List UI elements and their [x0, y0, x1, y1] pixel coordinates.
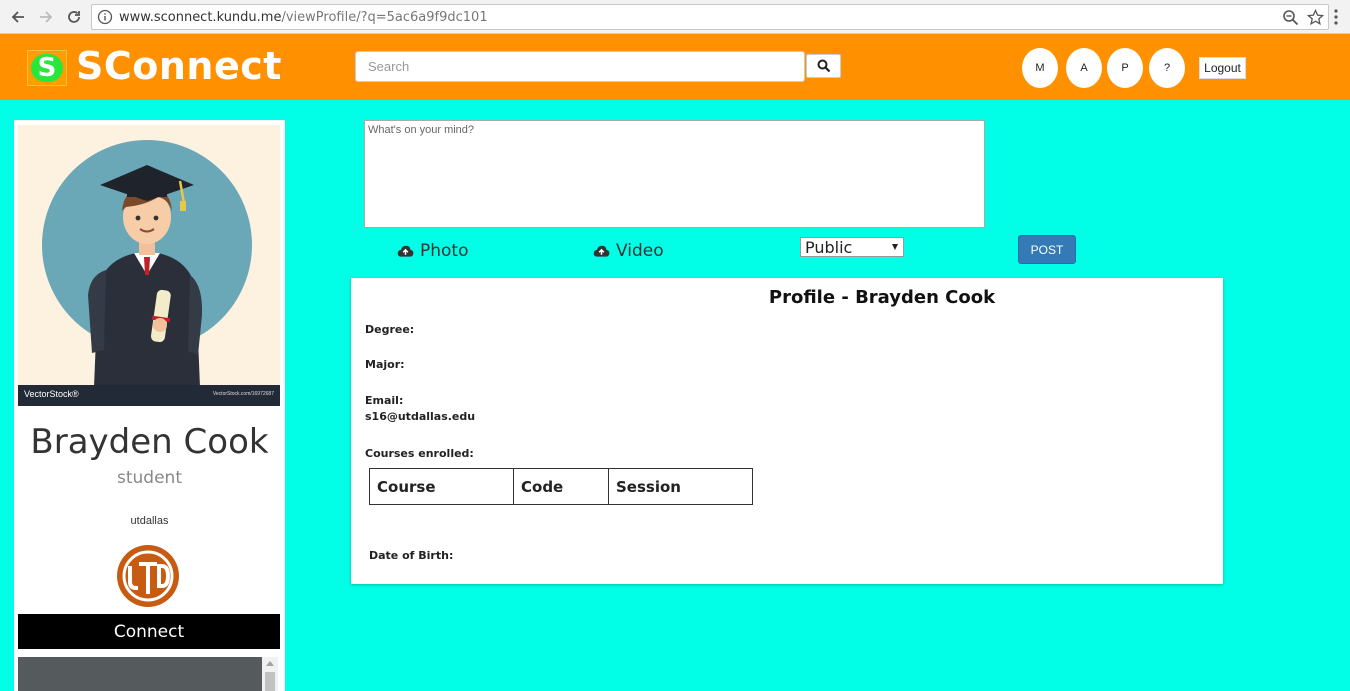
watermark-bar: VectorStock® VectorStock.com/16972687: [18, 385, 280, 406]
dropdown-arrow-icon: [892, 244, 898, 250]
address-bar[interactable]: www.sconnect.kundu.me/viewProfile/?q=5ac…: [91, 4, 1329, 30]
dob-label: Date of Birth:: [369, 549, 454, 562]
column-code: Code: [513, 468, 609, 505]
visibility-select[interactable]: Public: [800, 237, 904, 257]
profile-panel: Profile - Brayden Cook Degree: Major: Em…: [351, 278, 1223, 584]
table-header-row: Course Code Session: [369, 468, 753, 505]
browser-menu-icon[interactable]: [1334, 8, 1338, 26]
forward-button[interactable]: [35, 6, 57, 28]
column-session: Session: [608, 468, 753, 505]
nav-button-p[interactable]: P: [1107, 48, 1143, 88]
profile-school: utdallas: [130, 515, 169, 527]
logout-button[interactable]: Logout: [1199, 57, 1246, 79]
profile-name: Brayden Cook: [30, 422, 269, 462]
url-path: /viewProfile/?q=5ac6a9f9dc101: [281, 10, 488, 25]
avatar: VectorStock® VectorStock.com/16972687: [18, 125, 280, 406]
major-label: Major:: [365, 358, 405, 371]
sidebar-scrollbar[interactable]: [262, 657, 278, 691]
watermark-left: VectorStock®: [24, 389, 79, 399]
watermark-right: VectorStock.com/16972687: [212, 391, 274, 397]
video-label: Video: [616, 241, 664, 261]
help-button[interactable]: ?: [1149, 48, 1185, 88]
graduate-illustration: [42, 140, 252, 387]
search-icon: [817, 59, 830, 73]
embedded-frame: [18, 657, 262, 691]
search-input[interactable]: [355, 51, 805, 82]
utd-logo: [117, 545, 179, 607]
url-text: www.sconnect.kundu.me/viewProfile/?q=5ac…: [119, 10, 488, 25]
app-header: S SConnect M A P ? Logout: [0, 34, 1350, 100]
info-icon[interactable]: [97, 9, 113, 25]
brand-name[interactable]: SConnect: [76, 44, 282, 88]
profile-card: VectorStock® VectorStock.com/16972687 Br…: [14, 120, 285, 691]
zoom-icon[interactable]: [1282, 9, 1299, 26]
photo-label: Photo: [420, 241, 469, 261]
connect-button[interactable]: Connect: [18, 614, 280, 649]
back-button[interactable]: [7, 6, 29, 28]
post-button[interactable]: POST: [1018, 235, 1076, 264]
logo-letter: S: [31, 54, 63, 82]
bookmark-star-icon[interactable]: [1307, 9, 1324, 26]
scroll-up-arrow-icon[interactable]: [266, 661, 274, 666]
courses-label: Courses enrolled:: [365, 447, 474, 460]
courses-table: Course Code Session: [369, 468, 753, 505]
profile-role: student: [117, 468, 182, 488]
profile-title: Profile - Brayden Cook: [768, 287, 996, 308]
upload-photo-button[interactable]: Photo: [397, 241, 469, 261]
column-course: Course: [369, 468, 514, 505]
upload-video-button[interactable]: Video: [593, 241, 664, 261]
reload-button[interactable]: [63, 6, 85, 28]
nav-button-m[interactable]: M: [1022, 48, 1058, 88]
email-value: s16@utdallas.edu: [365, 410, 476, 423]
logo[interactable]: S: [27, 50, 67, 86]
forward-arrow-icon: [40, 11, 53, 23]
back-arrow-icon: [11, 11, 24, 23]
email-label: Email:: [365, 394, 404, 407]
search-button[interactable]: [806, 54, 841, 78]
cloud-upload-icon: [397, 245, 414, 257]
cloud-upload-icon: [593, 245, 610, 257]
post-textarea[interactable]: [364, 120, 985, 228]
reload-icon: [68, 11, 80, 23]
visibility-value: Public: [805, 237, 853, 257]
degree-label: Degree:: [365, 323, 415, 336]
nav-button-a[interactable]: A: [1066, 48, 1102, 88]
browser-toolbar: www.sconnect.kundu.me/viewProfile/?q=5ac…: [0, 0, 1350, 34]
url-host: www.sconnect.kundu.me: [119, 10, 282, 25]
scroll-thumb[interactable]: [265, 672, 275, 691]
